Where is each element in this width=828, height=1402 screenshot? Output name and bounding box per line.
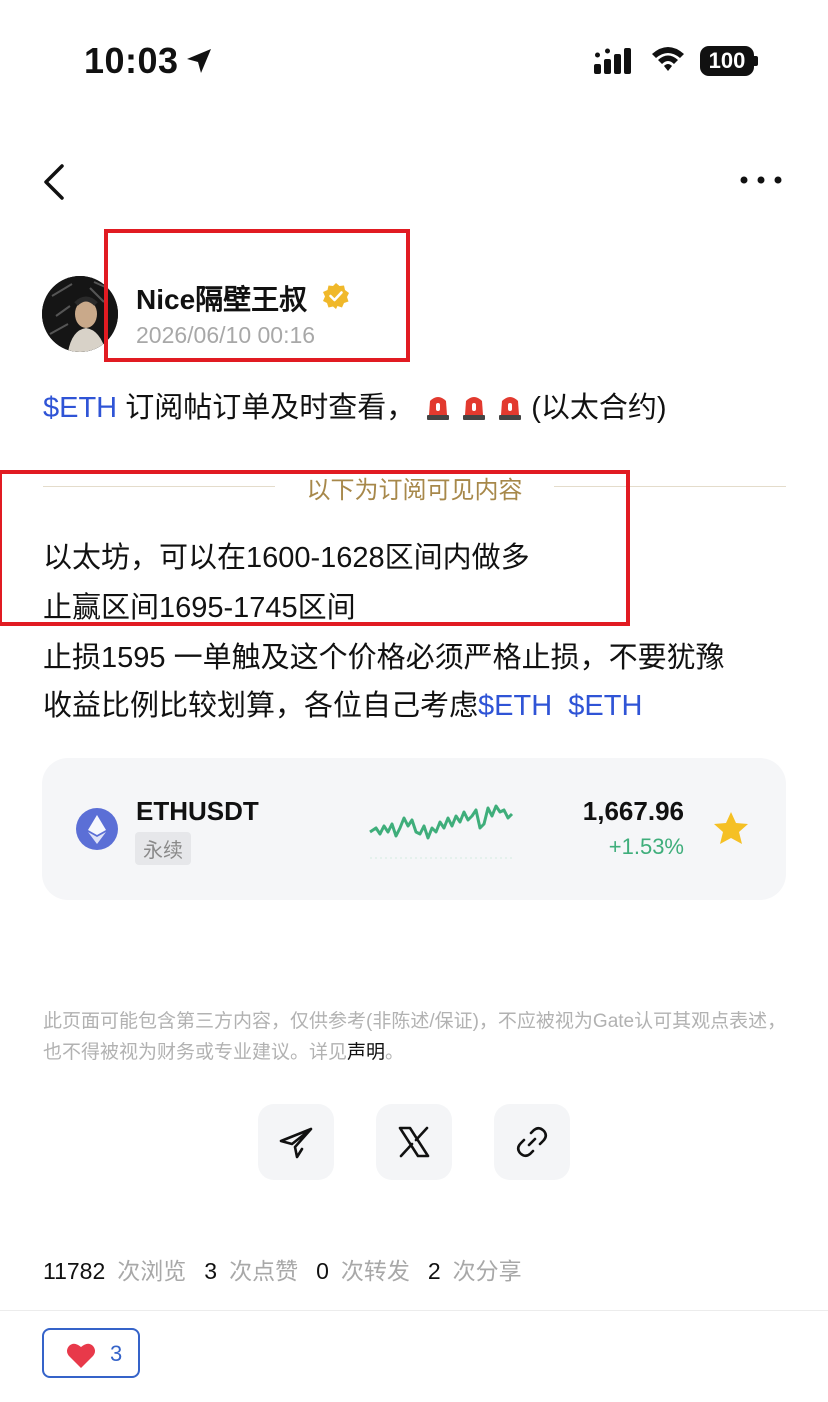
like-count: 3: [110, 1341, 123, 1366]
views-label: 次浏览: [117, 1258, 187, 1284]
post-line-conclusion: 收益比例比较划算，各位自己考虑$ETH $ETH: [43, 682, 642, 724]
likes-label: 次点赞: [229, 1258, 299, 1284]
x-icon: [398, 1126, 430, 1158]
battery-tip: [754, 56, 758, 66]
link-icon: [516, 1126, 548, 1158]
shares-count: 2: [427, 1258, 441, 1284]
ticker-symbol: ETHUSDT: [136, 796, 259, 826]
ticker-card[interactable]: ETHUSDT 永续 1,667.96 +1.53%: [42, 758, 786, 900]
post-title: $ETH 订阅帖订单及时查看， (以太合约): [43, 384, 667, 426]
footer-divider: [0, 1310, 828, 1311]
battery-indicator: 100: [700, 46, 758, 76]
siren-icon: [499, 397, 522, 420]
share-telegram-button[interactable]: [258, 1104, 334, 1180]
ticker-price: 1,667.96: [582, 796, 684, 826]
ethereum-icon: [76, 808, 118, 850]
disclaimer-body: 此页面可能包含第三方内容，仅供参考(非陈述/保证)，不应被视为Gate认可其观点…: [43, 1011, 787, 1063]
eth-tag-link[interactable]: $ETH: [478, 690, 552, 722]
wifi-icon: [652, 47, 684, 71]
eth-tag-link[interactable]: $ETH: [568, 690, 642, 722]
shares-label: 次分享: [452, 1258, 522, 1284]
siren-icon: [463, 397, 486, 420]
heart-icon: [67, 1343, 95, 1368]
siren-icon: [427, 397, 450, 420]
post-stats: 11782 次浏览 3 次点赞 0 次转发 2 次分享: [43, 1252, 540, 1286]
status-time: 10:03: [84, 40, 179, 81]
copy-link-button[interactable]: [494, 1104, 570, 1180]
highlight-box-author: [104, 229, 410, 362]
post-title-text: 订阅帖订单及时查看，: [117, 392, 416, 424]
disclaimer-link[interactable]: 声明: [347, 1042, 385, 1063]
disclaimer-text: 此页面可能包含第三方内容，仅供参考(非陈述/保证)，不应被视为Gate认可其观点…: [43, 1006, 787, 1068]
signal-icon: [594, 48, 631, 74]
views-count: 11782: [43, 1258, 106, 1284]
telegram-icon: [279, 1127, 313, 1159]
reposts-label: 次转发: [340, 1258, 410, 1284]
share-x-button[interactable]: [376, 1104, 452, 1180]
location-arrow-icon: [187, 49, 211, 73]
more-options-icon[interactable]: [738, 170, 784, 190]
post-line-stop-loss: 止损1595 一单触及这个价格必须严格止损，不要犹豫: [43, 642, 725, 674]
post-title-suffix: (以太合约): [531, 392, 667, 424]
battery-level: 100: [700, 46, 754, 76]
favorite-star-icon[interactable]: [712, 810, 750, 848]
back-chevron-icon[interactable]: [38, 162, 74, 202]
eth-tag-link[interactable]: $ETH: [43, 392, 117, 424]
highlight-box-content: [0, 470, 630, 626]
status-bar: 10:03 100: [0, 0, 828, 120]
post-line-conclusion-text: 收益比例比较划算，各位自己考虑: [43, 690, 479, 722]
reposts-count: 0: [316, 1258, 329, 1284]
likes-count: 3: [204, 1258, 218, 1284]
ticker-change-percent: +1.53%: [608, 834, 684, 859]
price-sparkline: [369, 804, 514, 859]
like-button[interactable]: 3: [42, 1328, 140, 1378]
perpetual-badge: 永续: [135, 832, 191, 865]
disclaimer-end: 。: [385, 1042, 405, 1063]
